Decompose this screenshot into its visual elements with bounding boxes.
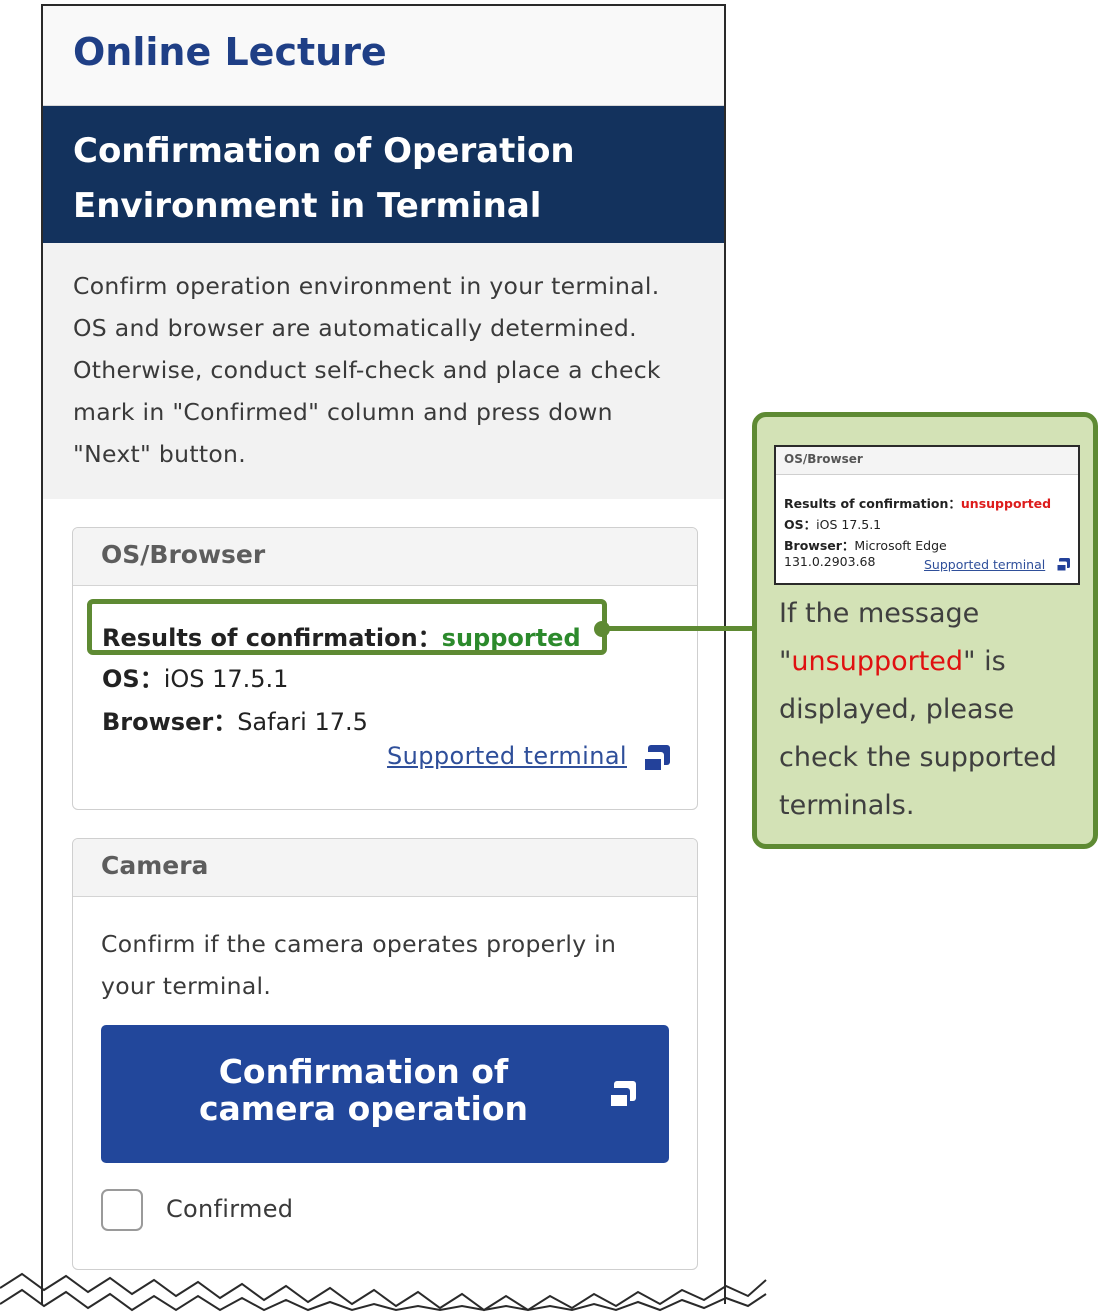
app-header: Online Lecture: [43, 6, 724, 106]
mini-os-label: OS：: [784, 517, 817, 532]
mini-browser-label: Browser：: [784, 538, 855, 553]
callout-box: OS/Browser Results of confirmation：unsup…: [752, 412, 1098, 849]
unsupported-example-card: OS/Browser Results of confirmation：unsup…: [774, 445, 1080, 585]
mini-browser-value: Microsoft Edge: [854, 538, 947, 553]
section-title: Confirmation of Operation Environment in…: [73, 131, 575, 226]
intro-text: Confirm operation environment in your te…: [73, 272, 661, 468]
mini-result-label: Results of confirmation：: [784, 496, 961, 511]
camera-button-line1: Confirmation of: [218, 1052, 509, 1091]
camera-card-title: Camera: [101, 851, 209, 880]
torn-edge-zigzag: [0, 1272, 767, 1312]
mini-browser-line: Browser：Microsoft Edge: [784, 535, 947, 554]
os-browser-card-header: OS/Browser: [73, 528, 697, 586]
new-window-icon: [1056, 558, 1070, 572]
intro-panel: Confirm operation environment in your te…: [43, 243, 724, 499]
camera-card-header: Camera: [73, 839, 697, 897]
mini-result-value: unsupported: [960, 496, 1052, 511]
browser-label: Browser：: [102, 708, 238, 736]
mini-card-title: OS/Browser: [784, 452, 863, 466]
app-title: Online Lecture: [73, 30, 387, 74]
camera-confirmation-button[interactable]: Confirmation of camera operation: [101, 1025, 669, 1163]
callout-text-highlight: unsupported: [791, 646, 964, 677]
callout-message: If the message "unsupported" is displaye…: [779, 590, 1089, 830]
callout-connector: [601, 626, 756, 631]
new-window-icon[interactable]: [642, 745, 670, 773]
section-banner: Confirmation of Operation Environment in…: [43, 106, 724, 243]
mini-card-header: OS/Browser: [776, 447, 1078, 475]
browser-value: Safari 17.5: [237, 708, 368, 736]
mini-browser-version: 131.0.2903.68: [784, 554, 876, 569]
camera-card: Camera Confirm if the camera operates pr…: [72, 838, 698, 1270]
mini-supported-terminal-link: Supported terminal: [924, 557, 1046, 572]
browser-line: Browser：Safari 17.5: [102, 702, 368, 737]
result-highlight-frame: [87, 599, 607, 655]
confirmed-label: Confirmed: [166, 1195, 294, 1223]
os-line: OS：iOS 17.5.1: [102, 659, 288, 694]
os-label: OS：: [102, 665, 164, 693]
camera-button-line2: camera operation: [198, 1089, 529, 1128]
supported-terminal-link[interactable]: Supported terminal: [387, 742, 627, 770]
camera-button-label: Confirmation of camera operation: [131, 1053, 596, 1127]
camera-description: Confirm if the camera operates properly …: [101, 930, 617, 1000]
callout-connector-dot: [594, 621, 610, 637]
os-browser-card: OS/Browser Results of confirmation：suppo…: [72, 527, 698, 810]
mini-os-line: OS：iOS 17.5.1: [784, 514, 881, 533]
os-value: iOS 17.5.1: [163, 665, 289, 693]
new-window-icon: [608, 1081, 636, 1109]
mini-os-value: iOS 17.5.1: [816, 517, 882, 532]
mini-result-line: Results of confirmation：unsupported: [784, 493, 1051, 512]
os-browser-card-title: OS/Browser: [101, 540, 266, 569]
confirmed-checkbox[interactable]: [101, 1189, 143, 1231]
